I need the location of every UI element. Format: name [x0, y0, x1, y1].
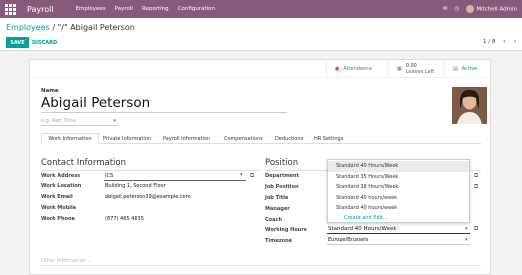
working-hours-underline — [327, 233, 470, 234]
timezone-select[interactable]: Europe/Brussels — [328, 237, 368, 243]
working-hours-input[interactable]: Standard 40 Hours/Week — [328, 226, 397, 232]
work-email-value[interactable]: abigail.peterson39@example.com — [105, 194, 191, 200]
chevron-down-icon[interactable]: ▾ — [465, 237, 468, 243]
working-hours-label: Working Hours — [265, 227, 307, 233]
work-email-label: Work Email — [41, 194, 73, 200]
chat-icon[interactable]: ✉ — [443, 6, 448, 12]
attendance-button[interactable]: ● Attendance — [326, 60, 388, 78]
dropdown-option[interactable]: Standard 40 hours/week — [328, 203, 469, 214]
active-status: Active — [461, 66, 478, 72]
timezone-label: Timezone — [265, 238, 293, 244]
job-title-input[interactable]: e.g. Part Time ▾ — [41, 118, 118, 126]
job-title-placeholder: e.g. Part Time — [41, 118, 76, 124]
work-address-value[interactable]: ICS — [105, 173, 113, 179]
dropdown-option[interactable]: Standard 40 Hours/Week — [328, 161, 469, 172]
work-location-label: Work Location — [41, 183, 82, 189]
contact-divider — [41, 170, 259, 171]
chevron-down-icon[interactable]: ▾ — [240, 172, 243, 178]
coach-label: Coach — [265, 217, 283, 223]
breadcrumb: Employees / "/" Abigail Peterson — [6, 23, 135, 32]
other-information-field[interactable]: Other Information ... — [41, 258, 92, 264]
tab-hr-settings[interactable]: HR Settings — [314, 133, 343, 144]
tab-work-information[interactable]: Work Information — [41, 133, 99, 144]
work-address-label: Work Address — [41, 173, 81, 179]
attendance-icon: ● — [335, 66, 340, 72]
work-phone-label: Work Phone — [41, 216, 75, 222]
activity-icon[interactable]: ◷ — [455, 6, 460, 12]
work-location-value[interactable]: Building 1, Second Floor — [105, 183, 166, 189]
job-title-label: Job Title — [265, 195, 289, 201]
menu-employees[interactable]: Employees — [76, 6, 106, 12]
manager-label: Manager — [265, 206, 290, 212]
tab-compensations[interactable]: Compensations — [224, 133, 263, 144]
contact-info-title: Contact Information — [41, 158, 126, 168]
chevron-down-icon: ▾ — [113, 118, 116, 124]
menu-reporting[interactable]: Reporting — [142, 6, 169, 12]
pager-value[interactable]: 1 / 8 — [483, 39, 495, 45]
leaves-button[interactable]: ▦ 0.00 Leaves Left — [388, 60, 444, 78]
control-panel: Employees / "/" Abigail Peterson SAVE DI… — [0, 18, 522, 51]
timezone-underline — [327, 244, 470, 245]
top-navbar: Payroll Employees Payroll Reporting Conf… — [0, 0, 522, 18]
breadcrumb-current: "/" Abigail Peterson — [57, 23, 135, 32]
active-button[interactable]: ▤ Active — [444, 60, 492, 78]
user-name: Mitchell Admin — [476, 6, 517, 13]
pager-previous-icon[interactable]: ‹ — [503, 38, 505, 45]
external-link-icon[interactable]: ⧉ — [474, 225, 478, 233]
tab-private-information[interactable]: Private Information — [103, 133, 151, 144]
leaves-label: Leaves Left — [405, 69, 435, 75]
menu-configuration[interactable]: Configuration — [178, 6, 215, 12]
dropdown-option[interactable]: Standard 38 Hours/Week — [328, 182, 469, 193]
dropdown-option[interactable]: Standard 35 Hours/Week — [328, 172, 469, 183]
app-title[interactable]: Payroll — [27, 5, 54, 14]
archive-icon: ▤ — [453, 66, 458, 72]
external-link-icon[interactable]: ⧉ — [474, 172, 478, 180]
breadcrumb-separator: / — [52, 23, 56, 32]
external-link-icon[interactable]: ⧉ — [250, 172, 254, 180]
main-menu: Employees Payroll Reporting Configuratio… — [76, 6, 215, 12]
create-and-edit-option[interactable]: Create and Edit... — [328, 213, 469, 224]
work-address-underline — [104, 180, 246, 181]
notebook-tabs: Work Information Private Information Pay… — [41, 133, 481, 144]
working-hours-dropdown: Standard 40 Hours/Week Standard 35 Hours… — [327, 159, 470, 223]
discard-button[interactable]: DISCARD — [32, 37, 57, 48]
external-link-icon[interactable]: ⧉ — [474, 183, 478, 191]
apps-menu-icon[interactable] — [5, 3, 19, 15]
tab-payroll-information[interactable]: Payroll Information — [163, 133, 210, 144]
pager-next-icon[interactable]: › — [514, 38, 516, 45]
calendar-icon: ▦ — [397, 66, 402, 72]
dropdown-option[interactable]: Standard 40 hours/week — [328, 193, 469, 204]
tab-deductions[interactable]: Deductions — [275, 133, 303, 144]
position-title: Position — [265, 158, 299, 168]
user-menu[interactable]: Mitchell Admin — [466, 5, 517, 13]
employee-photo[interactable] — [452, 87, 487, 124]
save-button[interactable]: SAVE — [6, 37, 29, 48]
user-avatar — [466, 5, 475, 13]
other-information-underline — [41, 265, 481, 266]
chevron-down-icon[interactable]: ▾ — [465, 226, 468, 232]
name-field-label: Name — [41, 88, 59, 94]
job-position-label: Job Position — [265, 184, 299, 190]
breadcrumb-employees-link[interactable]: Employees — [6, 23, 50, 32]
work-phone-value[interactable]: (877) 465 4635 — [105, 216, 144, 222]
work-mobile-label: Work Mobile — [41, 205, 77, 211]
menu-payroll[interactable]: Payroll — [115, 6, 133, 12]
attendance-label: Attendance — [343, 66, 373, 72]
department-label: Department — [265, 173, 299, 179]
employee-name-input[interactable]: Abigail Peterson — [41, 95, 287, 113]
